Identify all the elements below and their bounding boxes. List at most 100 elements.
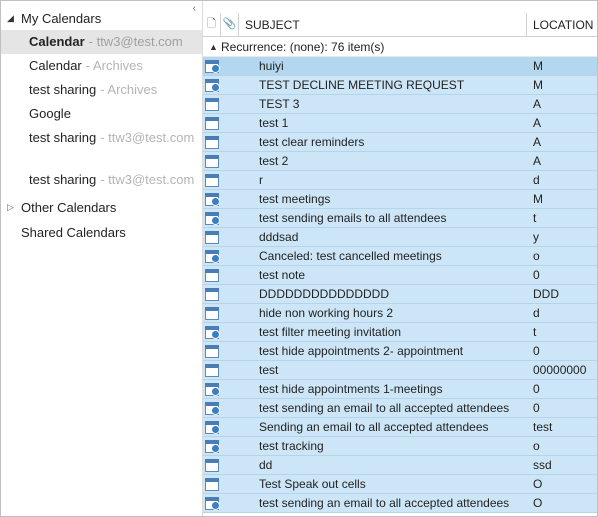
appointment-icon <box>203 174 221 187</box>
list-item[interactable]: TEST DECLINE MEETING REQUESTM <box>203 76 597 95</box>
list-item[interactable]: TEST 3A <box>203 95 597 114</box>
list-item[interactable]: test hide appointments 2- appointment0 <box>203 342 597 361</box>
subject-cell: huiyi <box>239 59 527 73</box>
list-item[interactable]: test trackingo <box>203 437 597 456</box>
app-frame: ‹ ◢My CalendarsCalendar- ttw3@test.comCa… <box>0 0 598 517</box>
chevron-down-icon: ◢ <box>7 13 19 24</box>
appointment-icon <box>203 136 221 149</box>
meeting-icon <box>203 402 221 415</box>
meeting-icon <box>203 440 221 453</box>
appointment-icon <box>203 98 221 111</box>
appointment-icon <box>203 307 221 320</box>
calendar-item[interactable]: Calendar- Archives <box>1 54 202 78</box>
calendar-group-header-shared[interactable]: Shared Calendars <box>1 223 202 242</box>
calendar-nav-sidebar: ‹ ◢My CalendarsCalendar- ttw3@test.comCa… <box>1 1 203 516</box>
location-cell: A <box>527 154 597 168</box>
list-item[interactable]: test sending emails to all attendeest <box>203 209 597 228</box>
list-item[interactable]: test clear remindersA <box>203 133 597 152</box>
column-headers: 🗋 📎 SUBJECT LOCATION <box>203 13 597 37</box>
calendar-item-name: test sharing <box>29 129 96 147</box>
calendar-group-label: My Calendars <box>21 11 101 26</box>
list-item[interactable]: test00000000 <box>203 361 597 380</box>
meeting-icon <box>203 250 221 263</box>
list-item[interactable]: test filter meeting invitationt <box>203 323 597 342</box>
subject-cell: DDDDDDDDDDDDDDD <box>239 287 527 301</box>
list-item[interactable]: ddssd <box>203 456 597 475</box>
column-header-location[interactable]: LOCATION <box>527 13 597 36</box>
calendar-group-header-other[interactable]: ▷Other Calendars <box>1 198 202 217</box>
location-cell: d <box>527 173 597 187</box>
list-item[interactable]: hide non working hours 2d <box>203 304 597 323</box>
subject-cell: test 2 <box>239 154 527 168</box>
calendar-item-suffix: - ttw3@test.com <box>100 129 194 147</box>
column-header-subject[interactable]: SUBJECT <box>239 13 527 36</box>
item-rows: huiyiMTEST DECLINE MEETING REQUESTMTEST … <box>203 57 597 516</box>
location-cell: test <box>527 420 597 434</box>
location-cell: t <box>527 325 597 339</box>
list-item[interactable]: Sending an email to all accepted attende… <box>203 418 597 437</box>
subject-cell: test filter meeting invitation <box>239 325 527 339</box>
subject-cell: TEST 3 <box>239 97 527 111</box>
meeting-icon <box>203 212 221 225</box>
collapse-sidebar-icon[interactable]: ‹ <box>193 3 196 14</box>
subject-cell: Test Speak out cells <box>239 477 527 491</box>
calendar-group-my: ◢My CalendarsCalendar- ttw3@test.comCale… <box>1 5 202 194</box>
location-cell: ssd <box>527 458 597 472</box>
subject-cell: r <box>239 173 527 187</box>
calendar-item-name: test sharing <box>29 81 96 99</box>
meeting-icon <box>203 383 221 396</box>
calendar-item-suffix: - Archives <box>100 81 157 99</box>
appointment-icon <box>203 117 221 130</box>
subject-cell: test 1 <box>239 116 527 130</box>
calendar-item-name: test sharing <box>29 171 96 189</box>
calendar-group-header-my[interactable]: ◢My Calendars <box>1 9 202 28</box>
location-cell: o <box>527 439 597 453</box>
location-cell: A <box>527 135 597 149</box>
list-item[interactable]: test sending an email to all accepted at… <box>203 494 597 513</box>
list-item[interactable]: test 2A <box>203 152 597 171</box>
list-item[interactable]: rd <box>203 171 597 190</box>
list-item[interactable]: test sending an email to all accepted at… <box>203 399 597 418</box>
list-item[interactable]: test 1A <box>203 114 597 133</box>
subject-cell: hide non working hours 2 <box>239 306 527 320</box>
location-cell: DDD <box>527 287 597 301</box>
calendar-list: Calendar- ttw3@test.comCalendar- Archive… <box>1 28 202 192</box>
calendar-item-name: Calendar <box>29 33 85 51</box>
location-cell: 00000000 <box>527 363 597 377</box>
location-cell: M <box>527 78 597 92</box>
calendar-item[interactable]: Google <box>1 102 202 126</box>
list-item[interactable]: test hide appointments 1-meetings0 <box>203 380 597 399</box>
subject-cell: test sending an email to all accepted at… <box>239 401 527 415</box>
list-item[interactable]: test meetingsM <box>203 190 597 209</box>
calendar-item[interactable]: test sharing- ttw3@test.com <box>1 126 202 150</box>
calendar-item-suffix: - Archives <box>86 57 143 75</box>
calendar-item-name: Google <box>29 105 71 123</box>
meeting-icon <box>203 193 221 206</box>
appointment-icon <box>203 288 221 301</box>
appointment-icon <box>203 364 221 377</box>
list-item[interactable]: dddsady <box>203 228 597 247</box>
subject-cell: Sending an email to all accepted attende… <box>239 420 527 434</box>
column-header-icon[interactable]: 🗋 <box>203 13 221 36</box>
appointment-icon <box>203 459 221 472</box>
subject-cell: test <box>239 363 527 377</box>
column-header-attachment[interactable]: 📎 <box>221 13 239 36</box>
location-cell: 0 <box>527 344 597 358</box>
list-item[interactable]: DDDDDDDDDDDDDDDDDD <box>203 285 597 304</box>
calendar-item[interactable]: test sharing- ttw3@test.com <box>1 168 202 192</box>
list-item[interactable]: huiyiM <box>203 57 597 76</box>
list-item[interactable]: test note0 <box>203 266 597 285</box>
appointment-icon <box>203 269 221 282</box>
calendar-item[interactable]: Calendar- ttw3@test.com <box>1 30 202 54</box>
location-cell: M <box>527 59 597 73</box>
appointment-icon <box>203 478 221 491</box>
group-row-recurrence-none[interactable]: ▲ Recurrence: (none): 76 item(s) <box>203 37 597 57</box>
location-cell: 0 <box>527 401 597 415</box>
subject-cell: Canceled: test cancelled meetings <box>239 249 527 263</box>
list-item[interactable]: Test Speak out cellsO <box>203 475 597 494</box>
calendar-group-label: Shared Calendars <box>21 225 126 240</box>
calendar-item[interactable]: test sharing- Archives <box>1 78 202 102</box>
location-cell: 0 <box>527 382 597 396</box>
list-item[interactable]: Canceled: test cancelled meetingso <box>203 247 597 266</box>
location-cell: O <box>527 496 597 510</box>
